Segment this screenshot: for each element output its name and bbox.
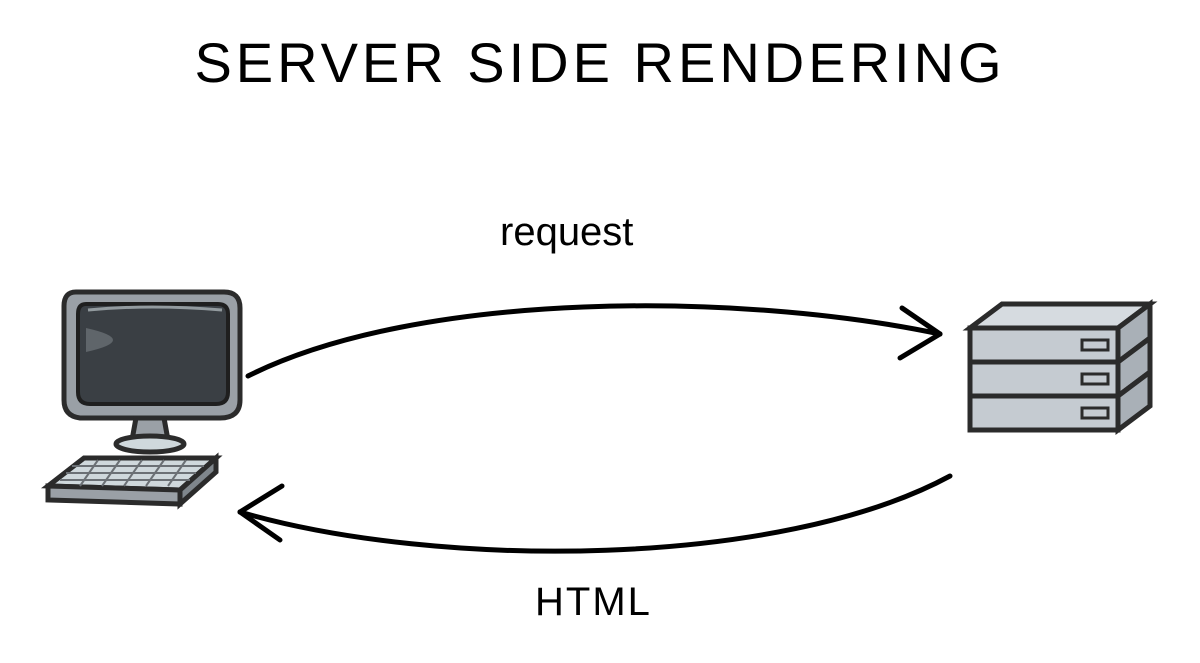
request-label: request	[500, 210, 633, 255]
diagram-title: SERVER SIDE RENDERING	[194, 30, 1005, 95]
server-stack-icon	[960, 290, 1160, 490]
response-arrow-icon	[220, 460, 960, 580]
response-label: HTML	[535, 580, 652, 625]
request-arrow-icon	[240, 280, 960, 400]
